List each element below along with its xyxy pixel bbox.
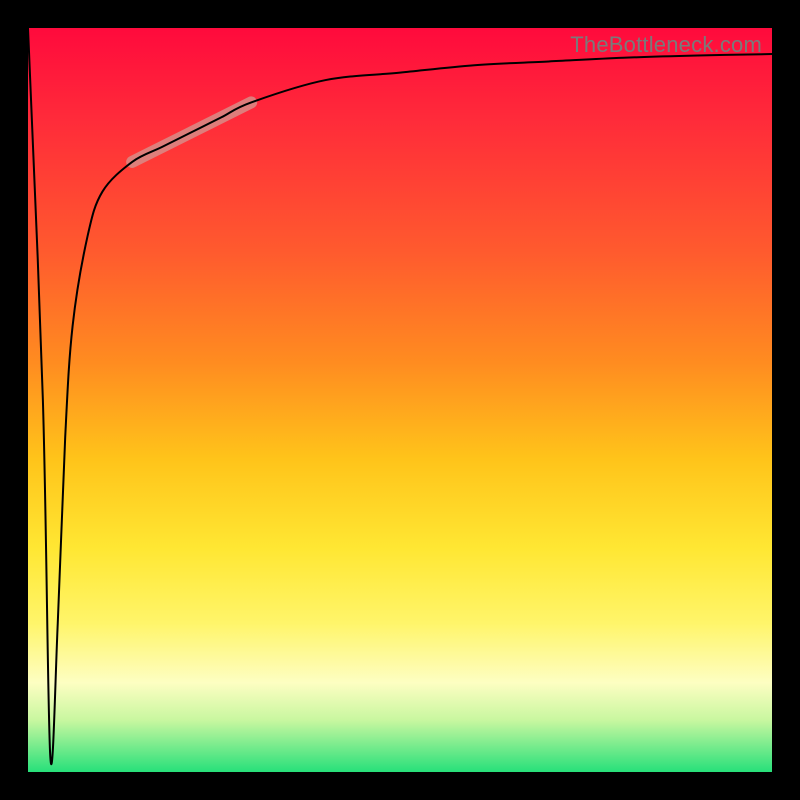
chart-frame: TheBottleneck.com [0,0,800,800]
plot-area: TheBottleneck.com [28,28,772,772]
curve-line [28,28,772,764]
bottleneck-curve [28,28,772,772]
